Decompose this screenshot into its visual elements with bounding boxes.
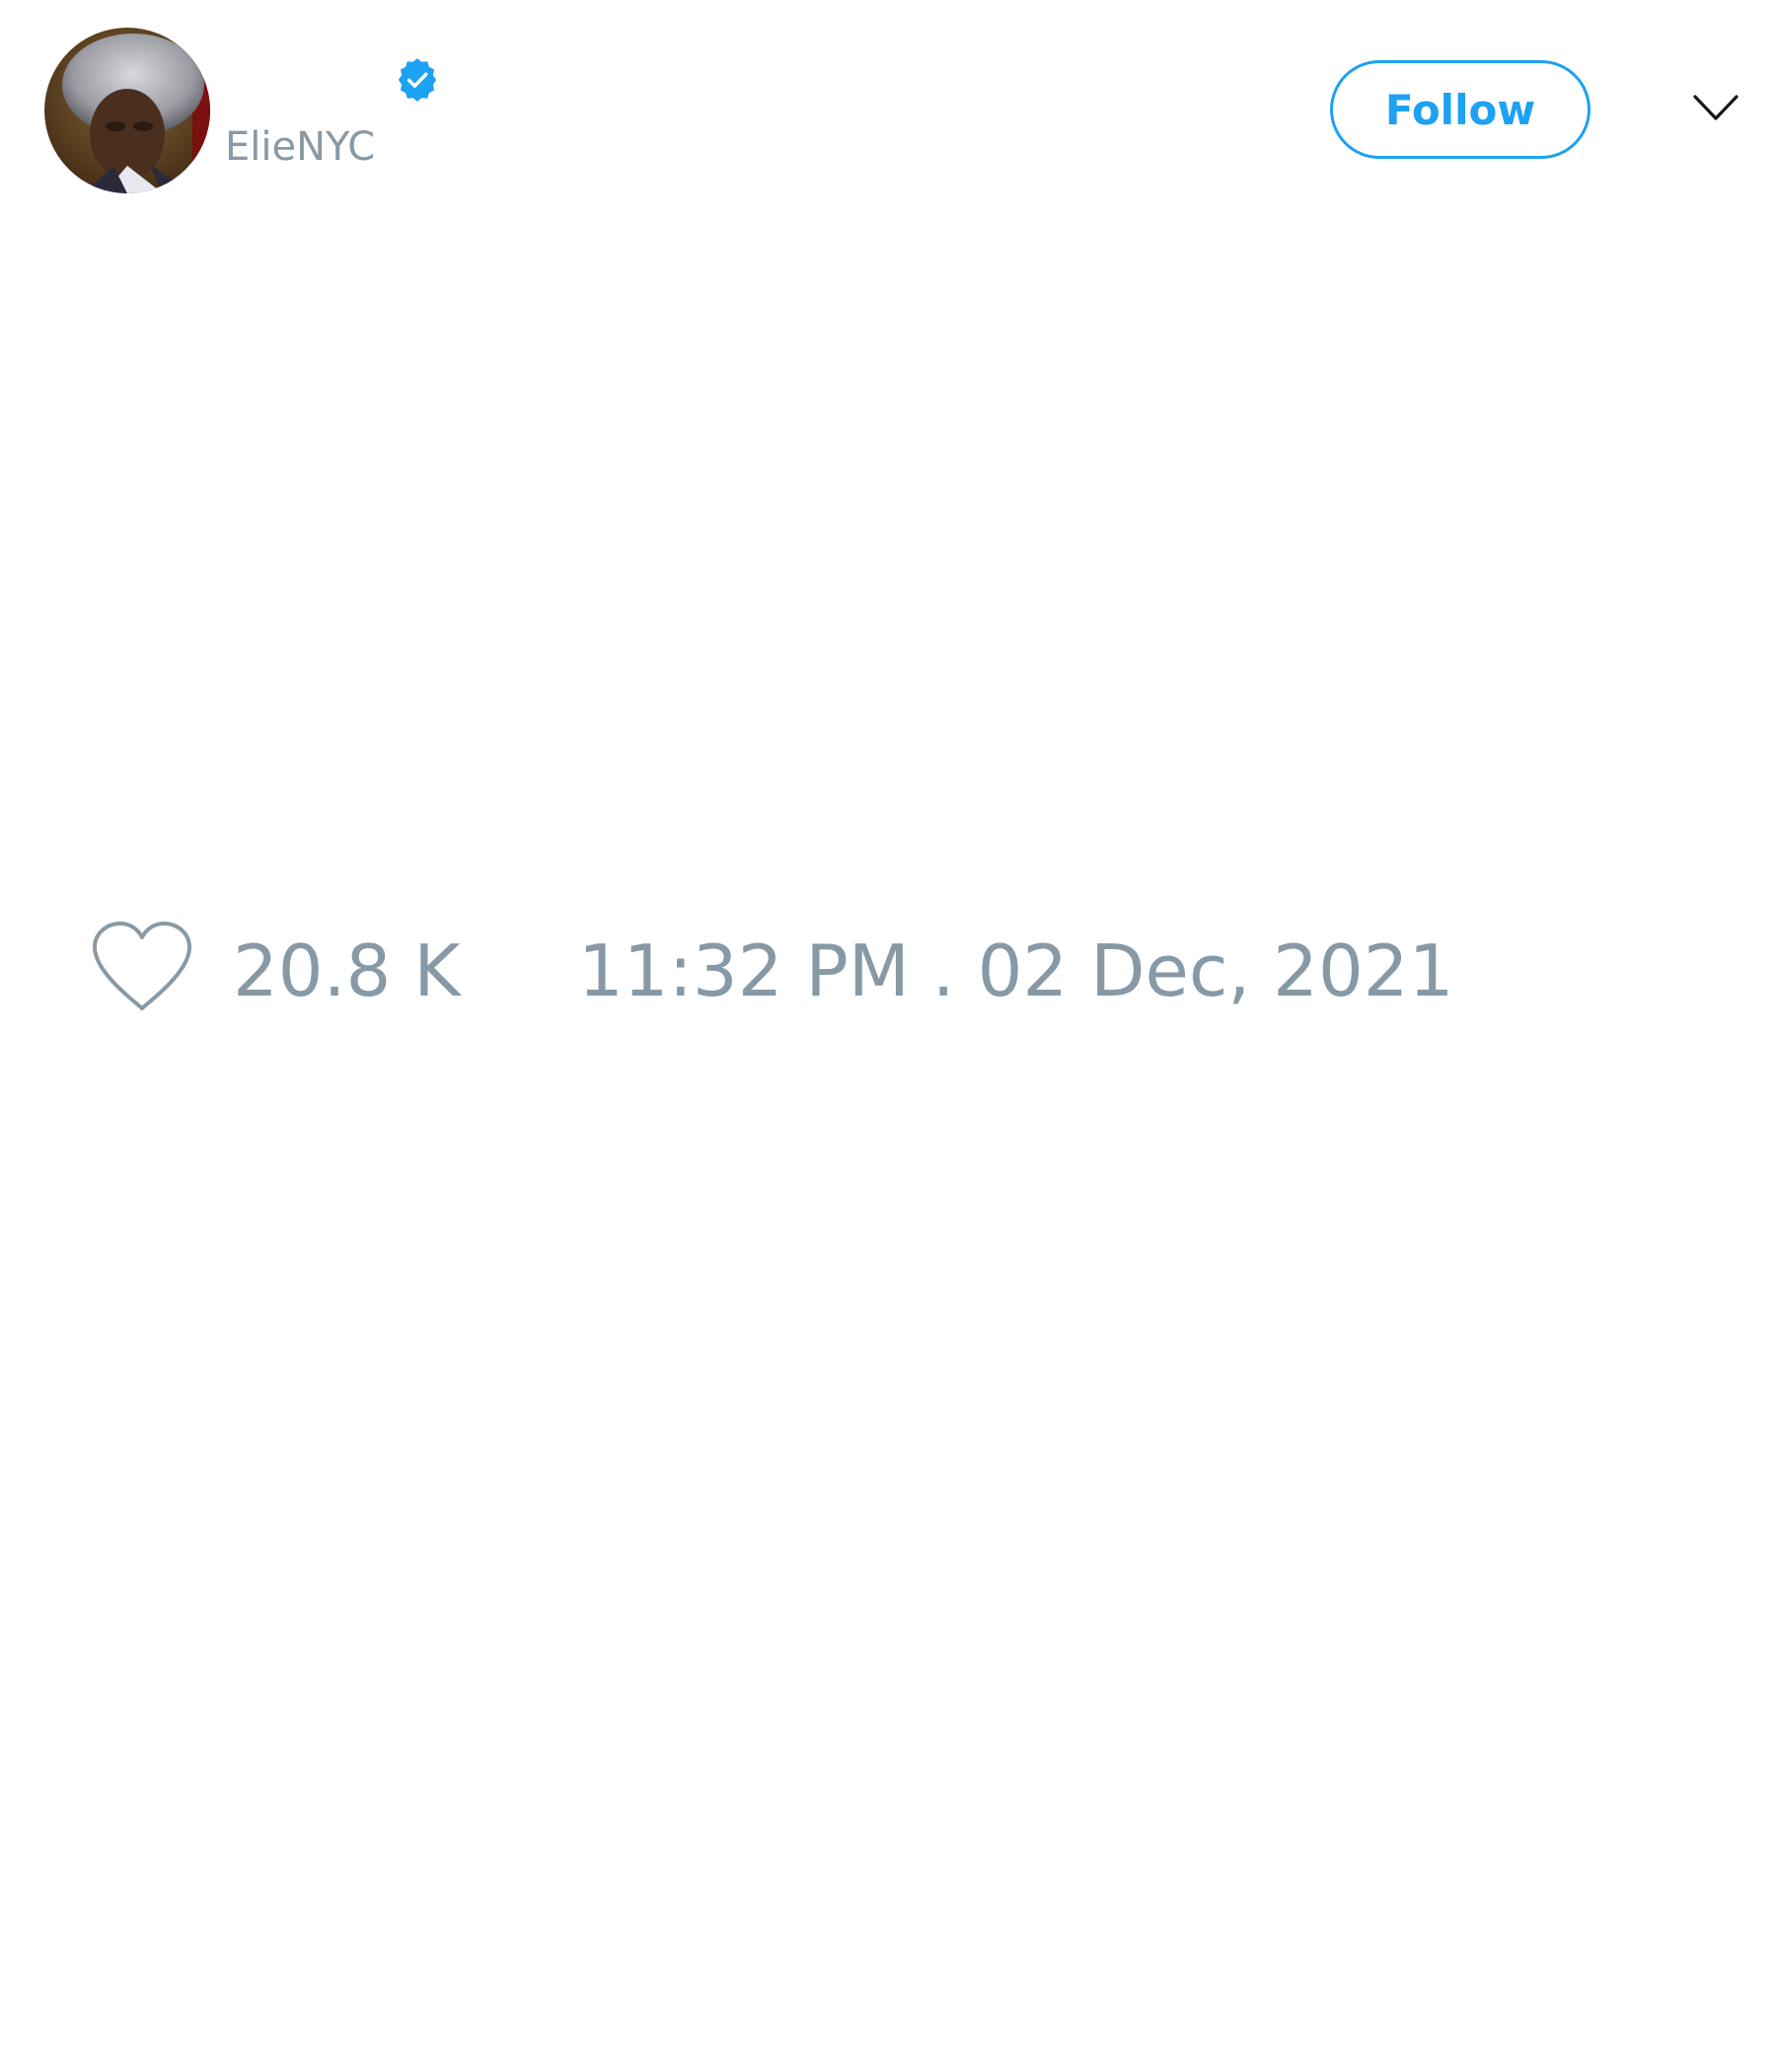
- like-button[interactable]: [89, 920, 195, 1014]
- like-count: 20.8 K: [233, 929, 461, 1012]
- follow-button[interactable]: Follow: [1330, 60, 1591, 159]
- avatar[interactable]: [44, 28, 210, 193]
- chevron-down-icon[interactable]: [1691, 89, 1740, 128]
- user-handle[interactable]: ElieNYC: [225, 124, 375, 170]
- verified-badge-icon: [398, 58, 437, 102]
- tweet-card: ElieNYC Follow 20.8 K 11:32 PM . 02 Dec,…: [0, 0, 1776, 2072]
- heart-outline-icon: [93, 922, 191, 1010]
- tweet-meta-row: 20.8 K 11:32 PM . 02 Dec, 2021: [89, 908, 1453, 1026]
- tweet-timestamp[interactable]: 11:32 PM . 02 Dec, 2021: [578, 929, 1453, 1012]
- avatar-image: [44, 28, 210, 193]
